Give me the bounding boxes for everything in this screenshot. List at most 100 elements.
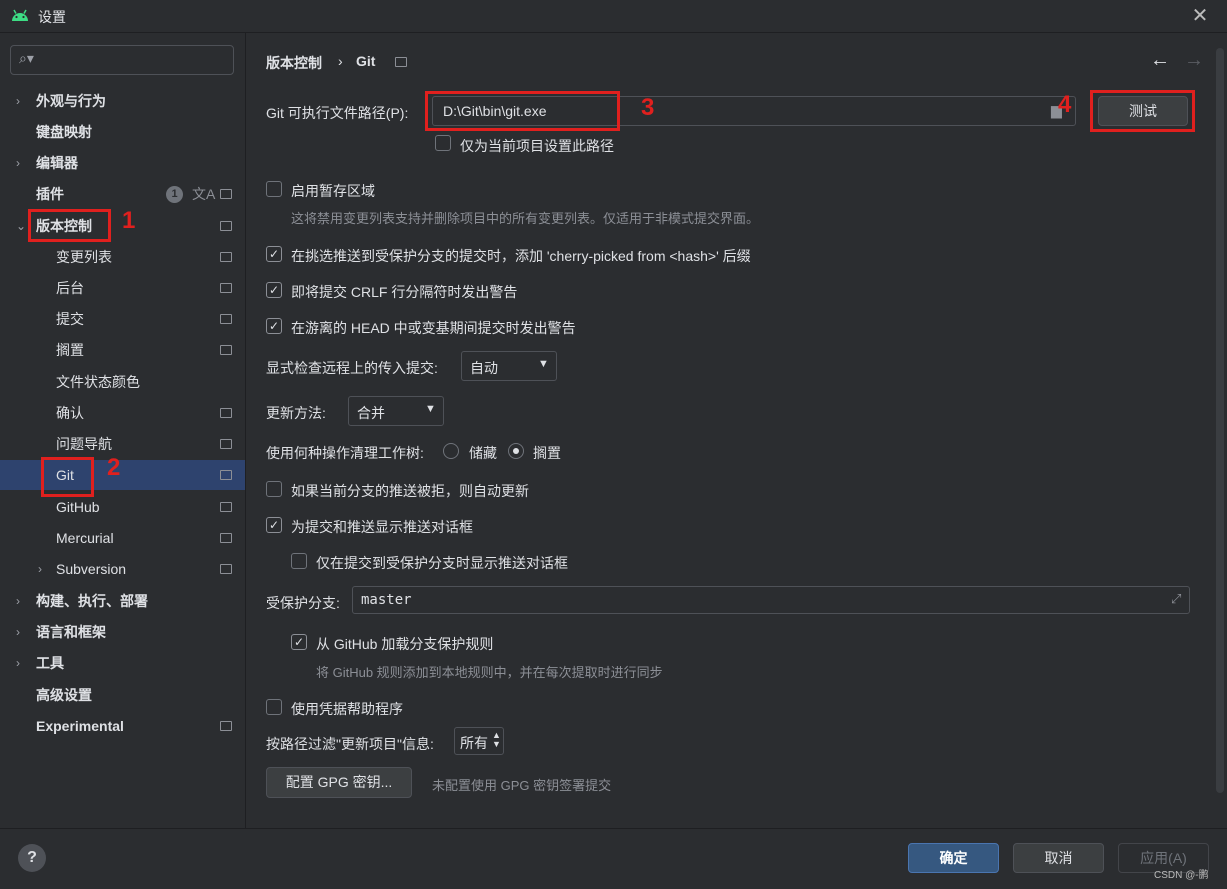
project-only-label: 仅为当前项目设置此路径 xyxy=(460,138,614,154)
sidebar-item-keymap[interactable]: 键盘映射 xyxy=(0,117,245,147)
breadcrumb-parent[interactable]: 版本控制 xyxy=(266,53,322,73)
stash-radio[interactable] xyxy=(443,443,459,459)
sidebar-item-appearance[interactable]: › 外观与行为 xyxy=(0,86,245,116)
cancel-button[interactable]: 取消 xyxy=(1013,843,1104,873)
csdn-watermark: CSDN @-鹏 xyxy=(1154,870,1209,881)
update-method-select[interactable]: 合并 ▼ xyxy=(348,396,444,426)
auto-update-label: 如果当前分支的推送被拒，则自动更新 xyxy=(291,483,529,499)
dropdown-arrow-icon: ▼ xyxy=(538,358,549,370)
settings-search[interactable]: ⌕▾ xyxy=(10,45,234,75)
title-bar: 设置 ✕ xyxy=(0,0,1227,33)
push-dialog-label: 为提交和推送显示推送对话框 xyxy=(291,519,473,535)
detached-head-label: 在游离的 HEAD 中或变基期间提交时发出警告 xyxy=(291,320,576,336)
annotation-number-1: 1 xyxy=(122,207,136,234)
credential-helper-checkbox[interactable] xyxy=(266,699,282,715)
sidebar-item-languages[interactable]: › 语言和框架 xyxy=(0,617,245,647)
chevron-right-icon: › xyxy=(38,562,42,576)
sidebar-item-tools[interactable]: › 工具 xyxy=(0,648,245,678)
sidebar-item-github[interactable]: GitHub xyxy=(0,492,245,522)
sidebar-item-experimental[interactable]: Experimental xyxy=(0,711,245,741)
annotation-box-2 xyxy=(41,457,94,497)
sidebar-item-build[interactable]: › 构建、执行、部署 xyxy=(0,586,245,616)
staging-area-hint: 这将禁用变更列表支持并删除项目中的所有变更列表。仅适用于非模式提交界面。 xyxy=(291,211,760,226)
project-settings-icon xyxy=(220,345,232,355)
annotation-box-4 xyxy=(1090,90,1195,132)
staging-area-label: 启用暂存区域 xyxy=(291,183,375,199)
search-input[interactable] xyxy=(45,50,229,70)
spinner-arrows-icon: ▲ ▼ xyxy=(492,730,501,749)
filter-select[interactable]: 所有 ▲ ▼ xyxy=(454,727,504,755)
credential-helper-label: 使用凭据帮助程序 xyxy=(291,701,403,717)
android-icon xyxy=(12,9,28,21)
protected-branches-label: 受保护分支: xyxy=(266,595,340,611)
stash-radio-label: 储藏 xyxy=(469,445,497,461)
help-icon[interactable]: ? xyxy=(18,844,46,872)
sidebar-item-commit[interactable]: 提交 xyxy=(0,304,245,334)
sidebar-item-background[interactable]: 后台 xyxy=(0,273,245,303)
sidebar-item-issue-navigation[interactable]: 问题导航 xyxy=(0,429,245,459)
update-count-badge: 1 xyxy=(166,186,183,203)
incoming-commits-select[interactable]: 自动 ▼ xyxy=(461,351,557,381)
push-dialog-checkbox[interactable]: ✓ xyxy=(266,517,282,533)
load-github-rules-hint: 将 GitHub 规则添加到本地规则中，并在每次提取时进行同步 xyxy=(316,665,663,680)
configure-gpg-button[interactable]: 配置 GPG 密钥... xyxy=(266,767,412,798)
crlf-warn-label: 即将提交 CRLF 行分隔符时发出警告 xyxy=(291,284,518,300)
close-icon[interactable]: ✕ xyxy=(1188,3,1212,28)
project-settings-icon xyxy=(220,283,232,293)
load-github-rules-checkbox[interactable]: ✓ xyxy=(291,634,307,650)
push-dialog-protected-label: 仅在提交到受保护分支时显示推送对话框 xyxy=(316,555,568,571)
project-settings-icon xyxy=(395,57,407,67)
chevron-down-icon: ⌄ xyxy=(16,219,27,233)
load-github-rules-label: 从 GitHub 加载分支保护规则 xyxy=(316,636,494,652)
crlf-warn-checkbox[interactable]: ✓ xyxy=(266,282,282,298)
sidebar-item-git[interactable]: Git xyxy=(0,460,245,490)
annotation-box-1 xyxy=(28,209,111,242)
chevron-right-icon: › xyxy=(16,594,20,608)
gpg-hint: 未配置使用 GPG 密钥签署提交 xyxy=(432,778,612,793)
chevron-right-icon: › xyxy=(16,656,20,670)
clean-worktree-label: 使用何种操作清理工作树: xyxy=(266,445,424,461)
sidebar-item-mercurial[interactable]: Mercurial xyxy=(0,523,245,553)
sidebar-item-subversion[interactable]: › Subversion xyxy=(0,554,245,584)
update-method-label: 更新方法: xyxy=(266,405,326,421)
project-settings-icon xyxy=(220,314,232,324)
window-title: 设置 xyxy=(38,9,66,25)
protected-branches-input[interactable]: master ⤢ xyxy=(352,586,1190,614)
sidebar-item-shelf[interactable]: 搁置 xyxy=(0,335,245,365)
back-arrow-icon[interactable]: ← xyxy=(1150,49,1170,72)
translate-icon: 文A xyxy=(192,186,216,202)
dropdown-arrow-icon: ▼ xyxy=(425,403,436,415)
incoming-commits-label: 显式检查远程上的传入提交: xyxy=(266,360,438,376)
expand-icon[interactable]: ⤢ xyxy=(1171,591,1181,607)
chevron-right-icon: › xyxy=(16,156,20,170)
sidebar-item-changelists[interactable]: 变更列表 xyxy=(0,242,245,272)
chevron-right-icon: › xyxy=(16,625,20,639)
project-settings-icon xyxy=(220,221,232,231)
cherry-pick-checkbox[interactable]: ✓ xyxy=(266,246,282,262)
project-only-checkbox[interactable] xyxy=(435,135,451,151)
sidebar-item-editor[interactable]: › 编辑器 xyxy=(0,148,245,178)
sidebar-item-advanced[interactable]: 高级设置 xyxy=(0,680,245,710)
detached-head-checkbox[interactable]: ✓ xyxy=(266,318,282,334)
breadcrumb-separator: › xyxy=(338,53,343,69)
auto-update-checkbox[interactable] xyxy=(266,481,282,497)
sidebar-item-confirmation[interactable]: 确认 xyxy=(0,398,245,428)
project-settings-icon xyxy=(220,564,232,574)
content-scrollbar[interactable] xyxy=(1216,48,1224,793)
chevron-right-icon: › xyxy=(16,94,20,108)
breadcrumb-current: Git xyxy=(356,53,376,69)
project-settings-icon xyxy=(220,502,232,512)
forward-arrow-icon[interactable]: → xyxy=(1184,49,1204,72)
push-dialog-protected-checkbox[interactable] xyxy=(291,553,307,569)
sidebar-item-plugins[interactable]: 插件 1 文A xyxy=(0,179,245,209)
project-settings-icon xyxy=(220,189,232,199)
sidebar-item-file-status-colors[interactable]: 文件状态颜色 xyxy=(0,367,245,397)
shelve-radio[interactable] xyxy=(508,443,524,459)
ok-button[interactable]: 确定 xyxy=(908,843,999,873)
annotation-box-3 xyxy=(425,91,620,131)
project-settings-icon xyxy=(220,252,232,262)
project-settings-icon xyxy=(220,439,232,449)
project-settings-icon xyxy=(220,721,232,731)
staging-area-checkbox[interactable] xyxy=(266,181,282,197)
settings-sidebar: ⌕▾ › 外观与行为 键盘映射 › 编辑器 插件 1 文A ⌄ 版本控制 变更列… xyxy=(0,33,246,828)
